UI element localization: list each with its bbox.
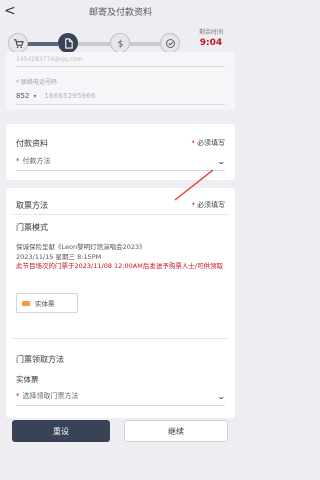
chevron-down-icon[interactable]: ⌄	[217, 157, 226, 166]
timer-label: 剩余时间	[198, 29, 223, 36]
required-note: * 必须填写	[192, 138, 226, 148]
divider	[12, 338, 229, 339]
payment-card: 付款资料 * 必须填写 * 付款方法 ⌄	[6, 124, 235, 180]
collection-method-title: 门票领取方法	[16, 355, 64, 364]
event-datetime: 2023/11/15 星期三 8:15PM	[16, 253, 102, 261]
page-title: 邮寄及付款资料	[88, 8, 152, 18]
step-cart	[8, 33, 28, 53]
step-connector	[72, 42, 112, 46]
required-star: *	[16, 392, 20, 400]
document-icon	[64, 37, 73, 49]
field-underline	[16, 405, 225, 406]
chevron-down-icon[interactable]: ⌄	[217, 392, 226, 401]
required-star: *	[191, 201, 196, 209]
email-field[interactable]: 1454283774@qq.com	[16, 56, 83, 63]
check-circle-icon	[165, 38, 175, 48]
step-document	[58, 33, 78, 53]
continue-button[interactable]: 继续	[124, 420, 228, 442]
ticket-option-label: 实体票	[35, 300, 55, 308]
timer-value: 9:04	[199, 38, 223, 48]
collection-type: 实体票	[16, 375, 39, 384]
dollar-icon: $	[117, 38, 123, 48]
field-underline	[16, 104, 225, 105]
field-underline	[16, 170, 225, 171]
required-star: *	[16, 157, 20, 165]
collection-method-placeholder: 选择领取门票方法	[22, 392, 79, 400]
payment-method-select[interactable]: * 付款方法 ⌄	[16, 156, 226, 166]
required-text: 必须填写	[197, 139, 225, 147]
collection-method-select[interactable]: * 选择领取门票方法 ⌄	[16, 391, 226, 401]
country-code[interactable]: 852	[16, 92, 29, 100]
field-underline	[16, 66, 225, 67]
ticket-section-title: 取票方法	[16, 201, 48, 210]
ticket-release-warning: 此节目场次的门票于2023/11/08 12:00AM后发送予购票人士/可供领取	[16, 262, 224, 270]
chevron-down-icon[interactable]: ▾	[33, 93, 36, 100]
step-payment: $	[110, 33, 130, 53]
required-star: *	[191, 139, 196, 147]
countdown-timer: 剩余时间 9:04	[191, 27, 231, 48]
cart-icon	[13, 38, 24, 48]
divider	[12, 214, 229, 215]
svg-text:$: $	[117, 38, 123, 48]
ticket-icon	[22, 300, 30, 306]
required-text: 必须填写	[197, 201, 225, 209]
required-note: * 必须填写	[192, 200, 226, 210]
ticket-card: 取票方法 * 必须填写 门票模式 保诚保险呈献《Leon黎明灯馆演唱会2023》 …	[6, 188, 235, 418]
phone-number-input[interactable]: 18665295966	[44, 92, 95, 100]
phone-label: * 联络电话号码	[16, 79, 57, 86]
payment-section-title: 付款资料	[16, 139, 48, 148]
footer-actions: 重设 继续	[0, 420, 241, 480]
phone-field[interactable]: 852 ▾ 18665295966	[16, 92, 96, 100]
contact-card: 1454283774@qq.com * 联络电话号码 852 ▾ 1866529…	[6, 52, 235, 110]
reset-button[interactable]: 重设	[12, 420, 110, 442]
payment-method-placeholder: 付款方法	[22, 157, 51, 165]
ticket-mode-title: 门票模式	[16, 223, 48, 232]
event-name: 保诚保险呈献《Leon黎明灯馆演唱会2023》	[16, 243, 146, 251]
step-confirm	[160, 33, 180, 53]
physical-ticket-option[interactable]: 实体票	[16, 293, 78, 313]
